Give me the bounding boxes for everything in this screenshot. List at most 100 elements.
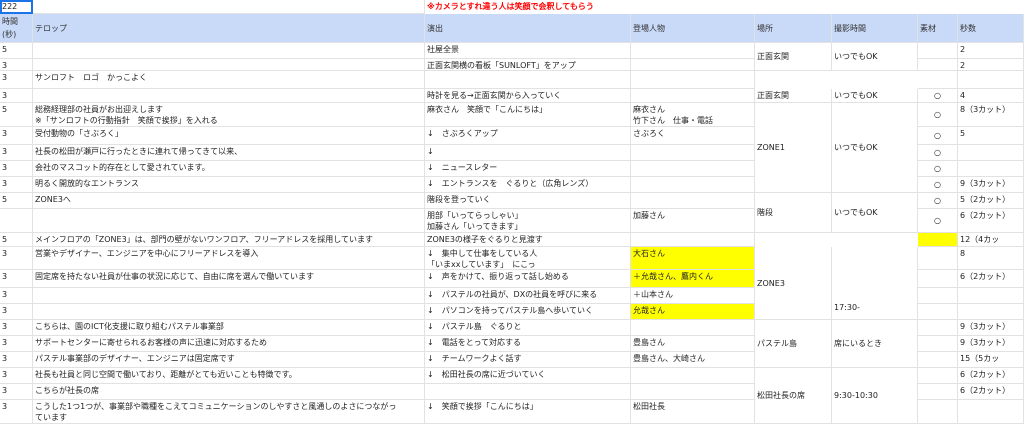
- cell-material[interactable]: [918, 270, 958, 288]
- cell-cast[interactable]: [631, 145, 755, 161]
- cell-telop[interactable]: サンロフト ロゴ かっこよく: [33, 71, 425, 89]
- cell-time[interactable]: [0, 209, 33, 233]
- cell-cast[interactable]: ＋山本さん: [631, 288, 755, 304]
- cell-material[interactable]: [918, 233, 958, 247]
- cell-seconds[interactable]: 5: [958, 127, 1024, 145]
- merged-shoot-time[interactable]: いつでもOK: [832, 43, 918, 71]
- cell-telop[interactable]: 営業やデザイナー、エンジニアを中心にフリーアドレスを導入: [33, 247, 425, 270]
- cell-time[interactable]: 5: [0, 103, 33, 127]
- cell-direction[interactable]: ↓ チームワークよく話す: [425, 352, 631, 368]
- cell-direction[interactable]: ↓ 笑顔で挨拶「こんにちは」: [425, 400, 631, 424]
- cell-cast[interactable]: [631, 177, 755, 193]
- cell-direction[interactable]: 朋部「いってらっしゃい」 加藤さん「いってきます」: [425, 209, 631, 233]
- cell-seconds[interactable]: 9（3カット）: [958, 320, 1024, 336]
- cell-telop[interactable]: こうした1つ1つが、事業部や職種をこえてコミュニケーションのしやすさと風通しのよ…: [33, 400, 425, 424]
- merged-shoot-time[interactable]: 9:30-10:30: [832, 368, 918, 424]
- cell-telop[interactable]: 社長も社員と同じ空間で働いており、距離がとても近いことも特徴です。: [33, 368, 425, 384]
- cell-telop[interactable]: [33, 59, 425, 71]
- cell-seconds[interactable]: 6（2カット）: [958, 384, 1024, 400]
- cell-material[interactable]: ○: [918, 103, 958, 127]
- cell-telop[interactable]: 総務経理部の社員がお出迎えします ※「サンロフトの行動指針 笑顔で挨拶」を入れる: [33, 103, 425, 127]
- cell-direction[interactable]: ↓ パソコンを持ってパステル島へ歩いていく: [425, 304, 631, 320]
- cell-seconds[interactable]: 12（4カッ: [958, 233, 1024, 247]
- cell-seconds[interactable]: [958, 304, 1024, 320]
- cell-time[interactable]: 3: [0, 177, 33, 193]
- cell-telop[interactable]: ZONE3へ: [33, 193, 425, 209]
- cell-direction[interactable]: 正面玄関横の看板「SUNLOFT」をアップ: [425, 59, 631, 71]
- cell-seconds[interactable]: 6（2カット）: [958, 209, 1024, 233]
- cell-seconds[interactable]: [958, 400, 1024, 424]
- cell-seconds[interactable]: 5（2カット）: [958, 193, 1024, 209]
- cell-direction[interactable]: ZONE3の様子をぐるりと見渡す: [425, 233, 631, 247]
- merged-shoot-time[interactable]: いつでもOK: [832, 193, 918, 233]
- cell-time[interactable]: 3: [0, 127, 33, 145]
- cell-telop[interactable]: サポートセンターに寄せられるお客様の声に迅速に対応するため: [33, 336, 425, 352]
- cell-telop[interactable]: [33, 43, 425, 59]
- cell-time[interactable]: 3: [0, 270, 33, 288]
- cell-direction[interactable]: ↓ ニュースレター: [425, 161, 631, 177]
- merged-shoot-time[interactable]: いつでもOK: [832, 103, 918, 193]
- cell-material[interactable]: [918, 247, 958, 270]
- cell-telop[interactable]: 受付動物の「さぶろく」: [33, 127, 425, 145]
- cell-telop[interactable]: こちらが社長の席: [33, 384, 425, 400]
- cell-seconds[interactable]: 9（3カット）: [958, 177, 1024, 193]
- cell-cast[interactable]: 豊島さん: [631, 336, 755, 352]
- cell-cast[interactable]: さぶろく: [631, 127, 755, 145]
- cell-material[interactable]: ○: [918, 145, 958, 161]
- cell-a1[interactable]: 222: [0, 0, 33, 14]
- cell-seconds[interactable]: [958, 71, 1024, 89]
- cell-material[interactable]: [918, 384, 958, 400]
- cell-material[interactable]: [918, 43, 958, 59]
- cell-seconds[interactable]: 6（2カット）: [958, 270, 1024, 288]
- cell-cast[interactable]: [631, 368, 755, 384]
- cell-cast[interactable]: [631, 193, 755, 209]
- cell-direction[interactable]: ↓ 電話をとって対応する: [425, 336, 631, 352]
- cell-seconds[interactable]: [958, 288, 1024, 304]
- cell-time[interactable]: 3: [0, 145, 33, 161]
- cell-material[interactable]: [918, 71, 958, 89]
- cell-cast[interactable]: 大石さん: [631, 247, 755, 270]
- cell-time[interactable]: 3: [0, 247, 33, 270]
- cell-time[interactable]: 3: [0, 89, 33, 103]
- cell-material[interactable]: [918, 352, 958, 368]
- merged-place[interactable]: パステル島: [755, 320, 832, 368]
- merged-place[interactable]: 正面玄関: [755, 43, 832, 71]
- cell-material[interactable]: ○: [918, 193, 958, 209]
- cell-seconds[interactable]: 2: [958, 43, 1024, 59]
- cell-cast[interactable]: 麻衣さん 竹下さん 仕事・電話: [631, 103, 755, 127]
- cell-time[interactable]: 3: [0, 368, 33, 384]
- merged-place[interactable]: ZONE3: [755, 247, 832, 320]
- cell-cast[interactable]: 豊島さん、大崎さん: [631, 352, 755, 368]
- cell-cast[interactable]: 允哉さん: [631, 304, 755, 320]
- merged-shoot-time[interactable]: 17:30-: [832, 247, 918, 320]
- cell-material[interactable]: [918, 400, 958, 424]
- cell-seconds[interactable]: [958, 161, 1024, 177]
- cell-cast[interactable]: [631, 43, 755, 59]
- cell-telop[interactable]: [33, 304, 425, 320]
- cell-direction[interactable]: 時計を見る→正面玄関から入っていく: [425, 89, 631, 103]
- cell-material[interactable]: ○: [918, 127, 958, 145]
- cell-time[interactable]: 3: [0, 161, 33, 177]
- cell-telop[interactable]: 明るく開放的なエントランス: [33, 177, 425, 193]
- cell-direction[interactable]: [425, 384, 631, 400]
- cell-seconds[interactable]: 8: [958, 247, 1024, 270]
- cell-telop[interactable]: 会社のマスコット的存在として愛されています。: [33, 161, 425, 177]
- cell-direction[interactable]: 麻衣さん 笑顔で「こんにちは」: [425, 103, 631, 127]
- cell-cast[interactable]: [631, 233, 755, 247]
- cell-direction[interactable]: ↓ 松田社長の席に近づいていく: [425, 368, 631, 384]
- cell-cast[interactable]: [631, 384, 755, 400]
- cell-cast[interactable]: [631, 59, 755, 71]
- cell-material[interactable]: ○: [918, 209, 958, 233]
- cell-telop[interactable]: パステル事業部のデザイナー、エンジニアは固定席です: [33, 352, 425, 368]
- cell-time[interactable]: 3: [0, 288, 33, 304]
- cell-seconds[interactable]: 2: [958, 59, 1024, 71]
- cell-direction[interactable]: ↓ エントランスを ぐるりと（広角レンズ）: [425, 177, 631, 193]
- merged-place[interactable]: 階段: [755, 193, 832, 233]
- cell-time[interactable]: 3: [0, 400, 33, 424]
- merged-shoot-time[interactable]: いつでもOK: [832, 89, 918, 103]
- cell-direction[interactable]: ↓ さぶろくアップ: [425, 127, 631, 145]
- cell-telop[interactable]: [33, 288, 425, 304]
- cell-cast[interactable]: [631, 89, 755, 103]
- cell-cast[interactable]: 加藤さん: [631, 209, 755, 233]
- cell-material[interactable]: [918, 320, 958, 336]
